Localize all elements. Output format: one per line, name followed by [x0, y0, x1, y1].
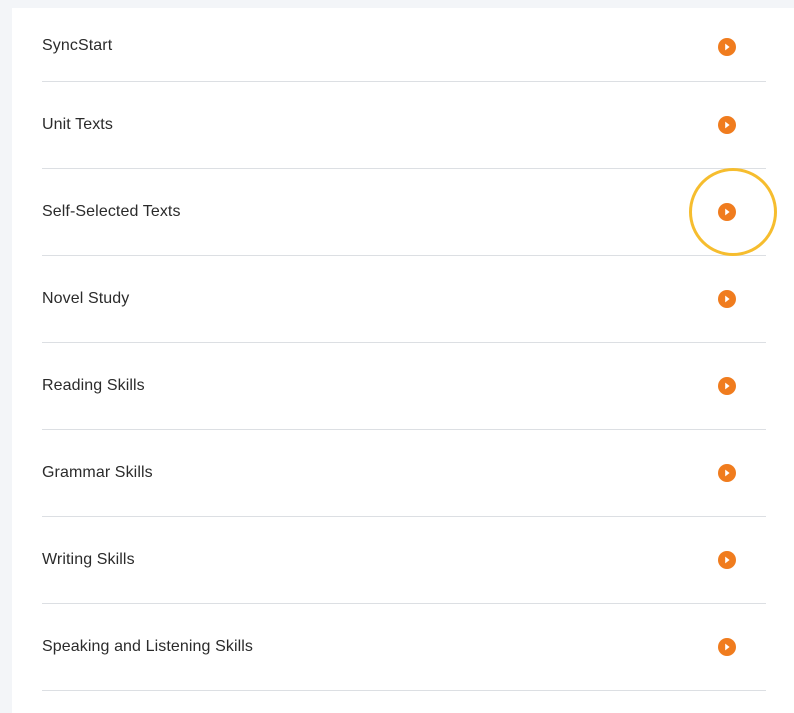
- content-panel: SyncStart Unit Texts Self-Selected Texts…: [12, 8, 794, 713]
- play-arrow-icon[interactable]: [718, 464, 736, 482]
- menu-item-label: Speaking and Listening Skills: [42, 638, 254, 655]
- menu-item-reading-skills[interactable]: Reading Skills: [42, 343, 766, 430]
- section-menu: SyncStart Unit Texts Self-Selected Texts…: [42, 8, 777, 691]
- menu-item-label: Novel Study: [42, 290, 130, 307]
- play-arrow-icon[interactable]: [718, 551, 736, 569]
- play-arrow-icon[interactable]: [718, 203, 736, 221]
- menu-item-label: Grammar Skills: [42, 464, 153, 481]
- play-arrow-icon[interactable]: [718, 38, 736, 56]
- menu-item-label: Writing Skills: [42, 551, 135, 568]
- menu-item-speaking-listening-skills[interactable]: Speaking and Listening Skills: [42, 604, 766, 691]
- menu-item-label: Reading Skills: [42, 377, 145, 394]
- menu-item-novel-study[interactable]: Novel Study: [42, 256, 766, 343]
- play-arrow-icon[interactable]: [718, 290, 736, 308]
- menu-item-writing-skills[interactable]: Writing Skills: [42, 517, 766, 604]
- play-arrow-icon[interactable]: [718, 377, 736, 395]
- menu-item-self-selected-texts[interactable]: Self-Selected Texts: [42, 168, 777, 256]
- menu-item-unit-texts[interactable]: Unit Texts: [42, 82, 766, 169]
- menu-item-label: Self-Selected Texts: [42, 203, 181, 220]
- menu-item-label: SyncStart: [42, 37, 113, 54]
- menu-item-grammar-skills[interactable]: Grammar Skills: [42, 430, 766, 517]
- menu-item-syncstart[interactable]: SyncStart: [42, 8, 766, 82]
- play-arrow-icon[interactable]: [718, 116, 736, 134]
- menu-item-label: Unit Texts: [42, 116, 113, 133]
- play-arrow-icon[interactable]: [718, 638, 736, 656]
